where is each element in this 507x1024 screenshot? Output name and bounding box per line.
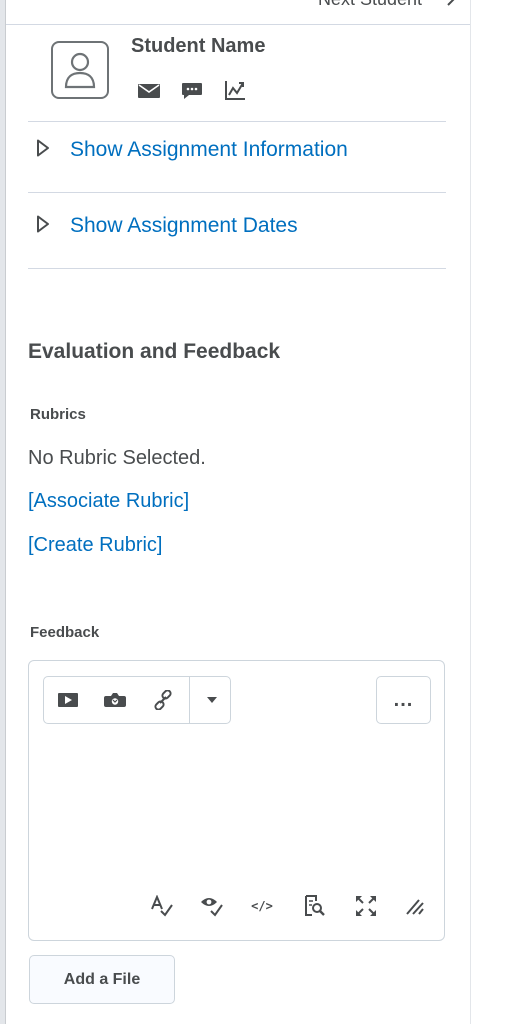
chevron-right-icon[interactable] <box>446 0 456 12</box>
dropdown-arrow-icon[interactable] <box>190 677 234 723</box>
email-icon[interactable] <box>138 84 160 103</box>
expand-triangle-icon <box>36 139 50 162</box>
link-icon[interactable] <box>141 677 185 723</box>
show-assignment-dates-toggle[interactable]: Show Assignment Dates <box>36 211 298 241</box>
preview-icon[interactable] <box>299 891 329 921</box>
fullscreen-icon[interactable] <box>351 891 381 921</box>
associate-rubric-link[interactable]: [Associate Rubric] <box>28 490 189 513</box>
camera-icon[interactable] <box>93 677 137 723</box>
more-options-button[interactable]: ... <box>376 676 431 724</box>
show-assignment-dates-label[interactable]: Show Assignment Dates <box>70 214 298 238</box>
left-panel-border <box>0 0 6 1024</box>
add-file-button[interactable]: Add a File <box>29 955 175 1004</box>
editor-toolbar <box>43 676 231 724</box>
top-bar: Next Student <box>6 0 470 25</box>
progress-chart-icon[interactable] <box>224 79 246 106</box>
rubrics-label: Rubrics <box>30 406 86 423</box>
divider <box>28 192 446 193</box>
accessibility-check-icon[interactable] <box>197 891 227 921</box>
right-panel-border <box>470 0 471 1024</box>
message-icon[interactable] <box>181 82 203 105</box>
source-code-icon[interactable]: </> <box>247 891 277 921</box>
expand-triangle-icon <box>36 215 50 238</box>
student-name: Student Name <box>131 35 266 57</box>
next-student-link[interactable]: Next Student <box>318 0 422 10</box>
resize-handle-icon[interactable] <box>400 891 430 921</box>
evaluation-feedback-heading: Evaluation and Feedback <box>28 340 281 363</box>
video-icon[interactable] <box>46 677 90 723</box>
feedback-label: Feedback <box>30 624 100 641</box>
feedback-editor[interactable]: ... </> <box>28 660 445 941</box>
create-rubric-link[interactable]: [Create Rubric] <box>28 534 163 557</box>
spellcheck-icon[interactable] <box>147 891 177 921</box>
divider <box>28 268 446 269</box>
show-assignment-information-label[interactable]: Show Assignment Information <box>70 138 348 162</box>
rubric-status: No Rubric Selected. <box>28 447 206 469</box>
user-avatar-icon <box>51 41 109 99</box>
divider <box>28 121 446 122</box>
show-assignment-information-toggle[interactable]: Show Assignment Information <box>36 135 348 165</box>
